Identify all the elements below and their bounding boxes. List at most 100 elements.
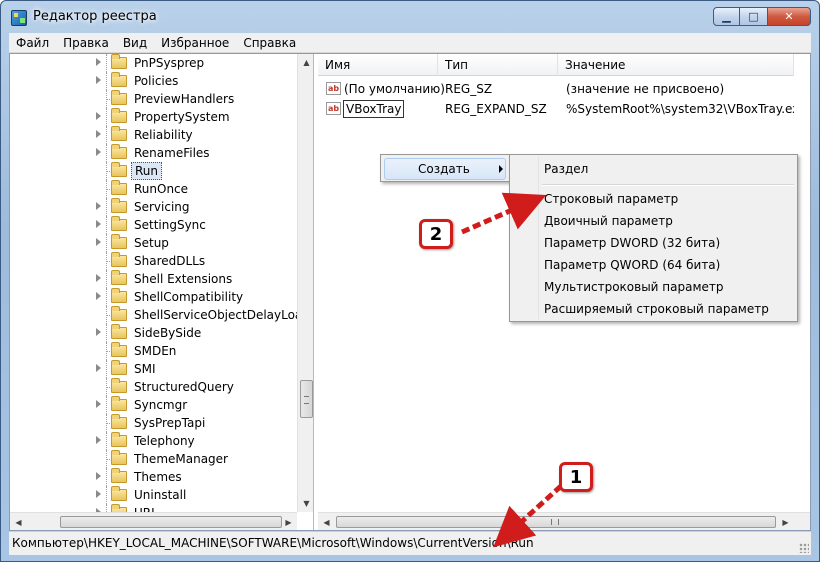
scroll-up-arrow-icon[interactable]: ▲ <box>298 54 313 71</box>
menu-help[interactable]: Справка <box>236 33 303 53</box>
expand-arrow-icon[interactable] <box>96 58 101 66</box>
tree-connector-line <box>106 486 107 504</box>
expand-arrow-icon[interactable] <box>96 112 101 120</box>
tree-item[interactable]: Syncmgr <box>10 396 300 414</box>
tree-item[interactable]: SysPrepTapi <box>10 414 300 432</box>
tree-item[interactable]: Setup <box>10 234 300 252</box>
scroll-left-arrow-icon[interactable]: ◀ <box>318 513 335 531</box>
regedit-app-icon <box>11 10 27 26</box>
expand-arrow-icon[interactable] <box>96 220 101 228</box>
menu-item-multistring-value[interactable]: Мультистроковый параметр <box>512 276 795 298</box>
tree-item[interactable]: Shell Extensions <box>10 270 300 288</box>
tree-item-label: StructuredQuery <box>134 380 234 394</box>
tree-item[interactable]: RunOnce <box>10 180 300 198</box>
menu-favorites[interactable]: Избранное <box>154 33 236 53</box>
menu-item-binary-value[interactable]: Двоичный параметр <box>512 210 795 232</box>
tree-item[interactable]: PnPSysprep <box>10 54 300 72</box>
folder-icon <box>111 432 127 447</box>
tree-item[interactable]: Telephony <box>10 432 300 450</box>
tree-item[interactable]: SideBySide <box>10 324 300 342</box>
expand-arrow-icon[interactable] <box>96 148 101 156</box>
tree-item-label: ShellServiceObjectDelayLoad <box>134 308 310 322</box>
tree-item[interactable]: Policies <box>10 72 300 90</box>
expand-arrow-icon[interactable] <box>96 472 101 480</box>
menu-view[interactable]: Вид <box>116 33 154 53</box>
tree-item-label: Shell Extensions <box>134 272 233 286</box>
list-hscroll-thumb[interactable] <box>336 516 776 528</box>
expand-arrow-icon[interactable] <box>96 130 101 138</box>
list-row-vboxtray[interactable]: ab VBoxTray REG_EXPAND_SZ %SystemRoot%\s… <box>318 99 810 119</box>
context-menu: Создать <box>380 154 510 182</box>
tree-item[interactable]: Uninstall <box>10 486 300 504</box>
folder-icon <box>111 486 127 501</box>
menu-item-qword-value[interactable]: Параметр QWORD (64 бита) <box>512 254 795 276</box>
tree-item[interactable]: SMDEn <box>10 342 300 360</box>
menu-file[interactable]: Файл <box>9 33 56 53</box>
column-type[interactable]: Тип <box>438 54 558 76</box>
tree-item-label: PreviewHandlers <box>134 92 235 106</box>
menu-item-string-value[interactable]: Строковый параметр <box>512 188 795 210</box>
folder-icon <box>111 180 127 195</box>
tree-connector-line <box>106 216 107 234</box>
tree-item[interactable]: RenameFiles <box>10 144 300 162</box>
minimize-button[interactable]: ▁ <box>713 7 740 26</box>
tree-item[interactable]: SMI <box>10 360 300 378</box>
tree-item[interactable]: Themes <box>10 468 300 486</box>
expand-arrow-icon[interactable] <box>96 202 101 210</box>
column-value[interactable]: Значение <box>558 54 794 76</box>
tree-item[interactable]: SettingSync <box>10 216 300 234</box>
folder-icon <box>111 288 127 303</box>
tree-item[interactable]: PropertySystem <box>10 108 300 126</box>
scroll-left-arrow-icon[interactable]: ◀ <box>10 513 27 530</box>
tree-item-label: Syncmgr <box>134 398 188 412</box>
expand-arrow-icon[interactable] <box>96 364 101 372</box>
menu-item-create[interactable]: Создать <box>384 158 506 180</box>
close-button[interactable]: ✕ <box>767 7 811 26</box>
folder-icon <box>111 306 127 321</box>
expand-arrow-icon[interactable] <box>96 400 101 408</box>
expand-arrow-icon[interactable] <box>96 274 101 282</box>
column-name[interactable]: Имя <box>318 54 438 76</box>
scroll-right-arrow-icon[interactable]: ▶ <box>280 513 297 530</box>
menu-item-dword-value[interactable]: Параметр DWORD (32 бита) <box>512 232 795 254</box>
tree-item[interactable]: StructuredQuery <box>10 378 300 396</box>
menu-item-key[interactable]: Раздел <box>512 158 795 180</box>
maximize-button[interactable]: □ <box>740 7 767 26</box>
list-row-default[interactable]: ab (По умолчанию) REG_SZ (значение не пр… <box>318 79 810 99</box>
maximize-icon: □ <box>748 10 759 23</box>
expand-arrow-icon[interactable] <box>96 328 101 336</box>
folder-icon <box>111 126 127 141</box>
expand-arrow-icon[interactable] <box>96 76 101 84</box>
tree-item[interactable]: ShellCompatibility <box>10 288 300 306</box>
resize-grip-icon[interactable] <box>799 543 809 553</box>
title-bar[interactable]: Редактор реестра ▁ □ ✕ <box>1 1 819 33</box>
scroll-down-arrow-icon[interactable]: ▼ <box>298 495 313 512</box>
tree-horizontal-scrollbar[interactable]: ◀ ▶ <box>10 512 297 530</box>
tree-item-label: PropertySystem <box>134 110 230 124</box>
tree-item-label: ShellCompatibility <box>134 290 244 304</box>
expand-arrow-icon[interactable] <box>96 436 101 444</box>
menu-edit[interactable]: Правка <box>56 33 116 53</box>
folder-icon <box>111 342 127 357</box>
expand-arrow-icon[interactable] <box>96 238 101 246</box>
scroll-right-arrow-icon[interactable]: ▶ <box>777 513 794 531</box>
tree-connector-line <box>106 198 107 216</box>
value-data: %SystemRoot%\system32\VBoxTray.exe <box>566 102 807 116</box>
menu-item-expandable-string-value[interactable]: Расширяемый строковый параметр <box>512 298 795 320</box>
tree-item[interactable]: Reliability <box>10 126 300 144</box>
tree-item[interactable]: ShellServiceObjectDelayLoad <box>10 306 310 324</box>
expand-arrow-icon[interactable] <box>96 292 101 300</box>
tree-item[interactable]: SharedDLLs <box>10 252 300 270</box>
tree-vertical-scrollbar[interactable]: ▲ ▼ <box>297 54 313 512</box>
folder-icon <box>111 252 127 267</box>
window-title: Редактор реестра <box>33 9 157 24</box>
tree-item[interactable]: ThemeManager <box>10 450 300 468</box>
list-horizontal-scrollbar[interactable]: ◀ ▶ <box>318 512 810 530</box>
expand-arrow-icon[interactable] <box>96 490 101 498</box>
tree-item[interactable]: PreviewHandlers <box>10 90 300 108</box>
tree-scroll-thumb[interactable] <box>300 380 313 418</box>
tree-item[interactable]: Servicing <box>10 198 300 216</box>
submenu-arrow-icon <box>499 165 503 173</box>
tree-hscroll-thumb[interactable] <box>60 516 282 528</box>
tree-item[interactable]: Run <box>10 162 300 180</box>
